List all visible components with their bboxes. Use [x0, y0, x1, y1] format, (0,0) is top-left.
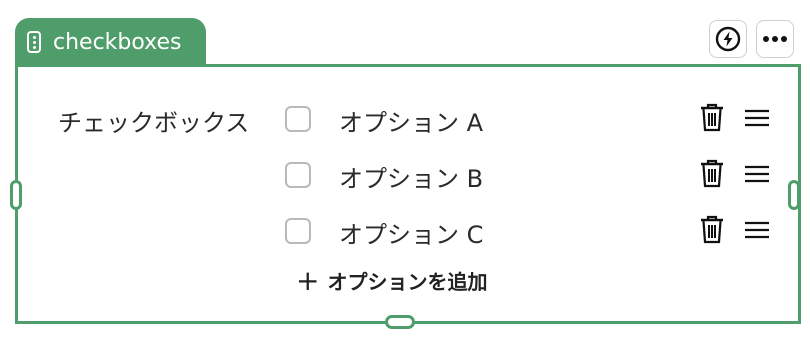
- block-type-tab[interactable]: checkboxes: [15, 18, 206, 66]
- plus-icon: +: [296, 263, 320, 297]
- resize-handle-left[interactable]: [10, 180, 22, 210]
- option-label[interactable]: オプション C: [339, 215, 483, 250]
- option-checkbox[interactable]: [285, 218, 311, 244]
- trash-icon[interactable]: [699, 215, 725, 245]
- block-type-label: checkboxes: [53, 29, 182, 55]
- drag-reorder-icon[interactable]: [744, 107, 770, 129]
- resize-handle-bottom[interactable]: [385, 315, 415, 329]
- option-checkbox[interactable]: [285, 106, 311, 132]
- option-row: オプション C: [0, 211, 810, 251]
- add-option-button[interactable]: + オプションを追加: [296, 266, 487, 295]
- option-row: オプション A: [0, 99, 810, 139]
- add-option-label: オプションを追加: [327, 270, 488, 294]
- lightning-icon: [715, 26, 741, 52]
- lightning-button[interactable]: [709, 20, 747, 58]
- option-row: オプション B: [0, 155, 810, 195]
- drag-handle-icon[interactable]: [27, 31, 41, 53]
- option-label[interactable]: オプション B: [339, 159, 483, 194]
- drag-reorder-icon[interactable]: [744, 219, 770, 241]
- trash-icon[interactable]: [699, 103, 725, 133]
- more-options-button[interactable]: [756, 20, 794, 58]
- drag-reorder-icon[interactable]: [744, 163, 770, 185]
- resize-handle-right[interactable]: [788, 180, 800, 210]
- trash-icon[interactable]: [699, 159, 725, 189]
- option-label[interactable]: オプション A: [339, 103, 483, 138]
- more-horizontal-icon: [763, 36, 787, 42]
- option-checkbox[interactable]: [285, 162, 311, 188]
